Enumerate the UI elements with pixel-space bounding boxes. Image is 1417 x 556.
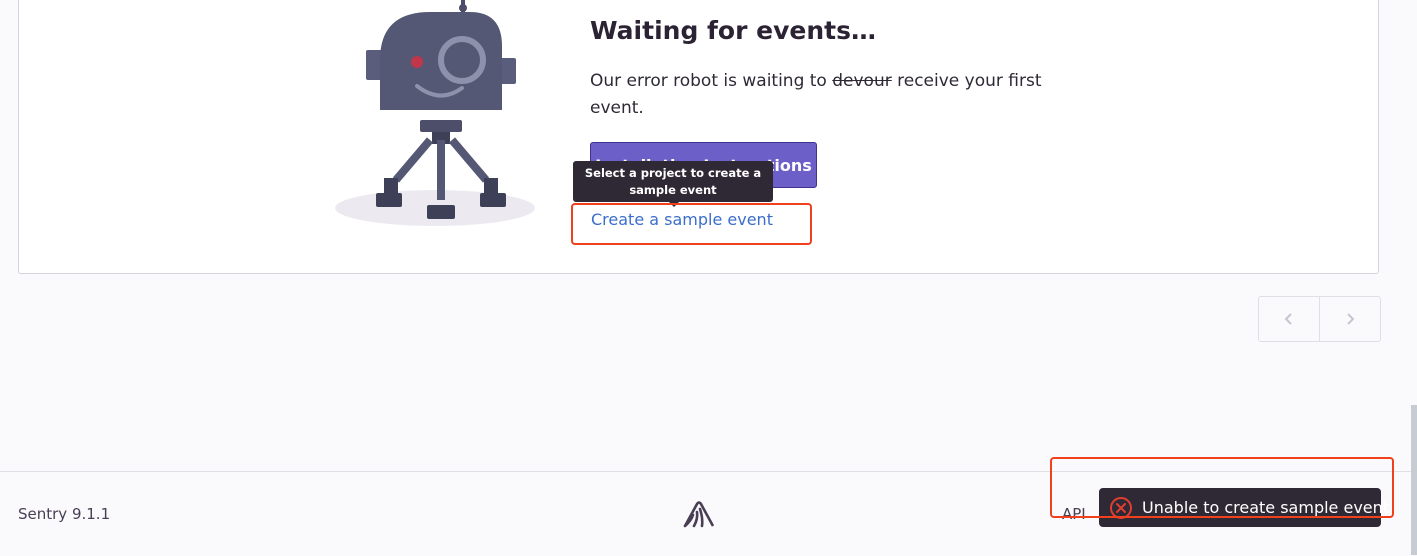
empty-state-description: Our error robot is waiting to devour rec…	[590, 71, 1042, 118]
empty-state-title: Waiting for events…	[590, 16, 876, 45]
window-edge	[1411, 405, 1417, 555]
struck-word: devour	[832, 71, 892, 91]
annotation-highlight-sample-link	[571, 203, 812, 245]
sentry-logo-icon[interactable]	[682, 499, 716, 529]
footer-version: Sentry 9.1.1	[18, 505, 111, 523]
chevron-right-icon	[1347, 313, 1355, 325]
annotation-highlight-toast	[1050, 457, 1394, 518]
pagination	[1258, 296, 1381, 342]
robot-illustration	[335, 0, 535, 226]
tooltip: Select a project to create a sample even…	[573, 161, 773, 202]
chevron-left-icon	[1284, 313, 1292, 325]
pagination-next-button[interactable]	[1319, 297, 1380, 341]
pagination-prev-button[interactable]	[1259, 297, 1319, 341]
